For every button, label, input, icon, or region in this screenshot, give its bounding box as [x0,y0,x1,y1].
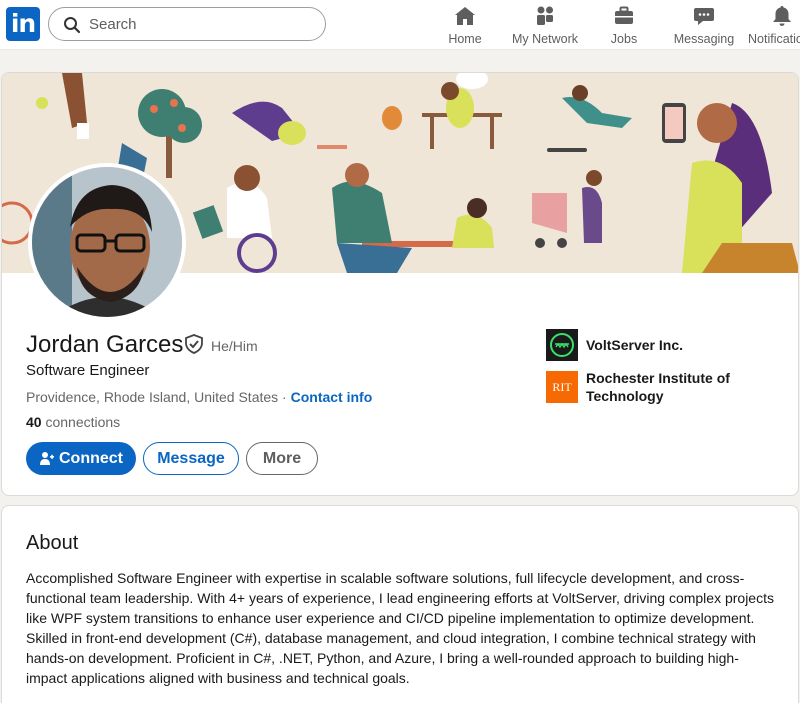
org-rit[interactable]: RIT Rochester Institute of Technology [546,369,756,405]
verified-shield-icon[interactable] [184,334,204,354]
org-voltserver[interactable]: VoltServer Inc. [546,329,756,361]
nav-notifications-label: Notifications [748,32,800,46]
voltserver-logo [546,329,578,361]
about-title: About [26,532,79,554]
linkedin-logo[interactable]: in [6,7,40,41]
profile-location: Providence, Rhode Island, United States [26,389,279,405]
more-button[interactable]: More [246,442,318,475]
avatar-photo [32,167,182,317]
nav-notifications[interactable]: Notifications [748,4,800,48]
profile-avatar[interactable] [28,163,186,321]
nav-home-label: Home [448,32,482,46]
about-text: Accomplished Software Engineer with expe… [26,570,774,686]
profile-pronouns: He/Him [211,338,258,354]
nav-my-network-label: My Network [512,32,578,46]
profile-headline: Software Engineer [26,362,150,379]
connect-label: Connect [59,449,123,467]
nav-home[interactable]: Home [440,4,490,48]
messaging-icon [694,8,714,25]
bell-icon [773,6,791,26]
message-button[interactable]: Message [143,442,239,475]
briefcase-icon [615,6,633,24]
message-label: Message [157,449,225,467]
search-icon [64,17,81,34]
nav-messaging[interactable]: Messaging [672,4,736,48]
home-icon [455,7,475,25]
nav-messaging-label: Messaging [673,32,735,46]
profile-connections[interactable]: 40 connections [26,414,120,430]
profile-name: Jordan Garces [26,331,184,358]
nav-my-network[interactable]: My Network [506,4,584,48]
network-icon [537,6,553,25]
connections-count: 40 [26,414,42,430]
nav-jobs[interactable]: Jobs [604,4,644,48]
search-box[interactable] [48,7,326,41]
rit-logo: RIT [546,371,578,403]
connections-label: connections [41,414,121,430]
search-input[interactable] [89,13,309,35]
nav-jobs-label: Jobs [610,32,638,46]
org-voltserver-name: VoltServer Inc. [586,337,684,353]
more-label: More [262,449,302,467]
add-person-icon [40,451,54,465]
connect-button[interactable]: Connect [26,442,136,475]
profile-card: Jordan Garces He/Him Software Engineer P… [1,72,799,496]
top-nav: in Home My Network Jobs Messaging Notifi… [0,0,800,50]
profile-location-line: Providence, Rhode Island, United States … [26,389,372,405]
contact-info-link[interactable]: Contact info [291,389,373,405]
location-separator: · [278,389,291,405]
org-rit-name: Rochester Institute of Technology [586,370,730,404]
about-card: About Accomplished Software Engineer wit… [1,505,799,703]
